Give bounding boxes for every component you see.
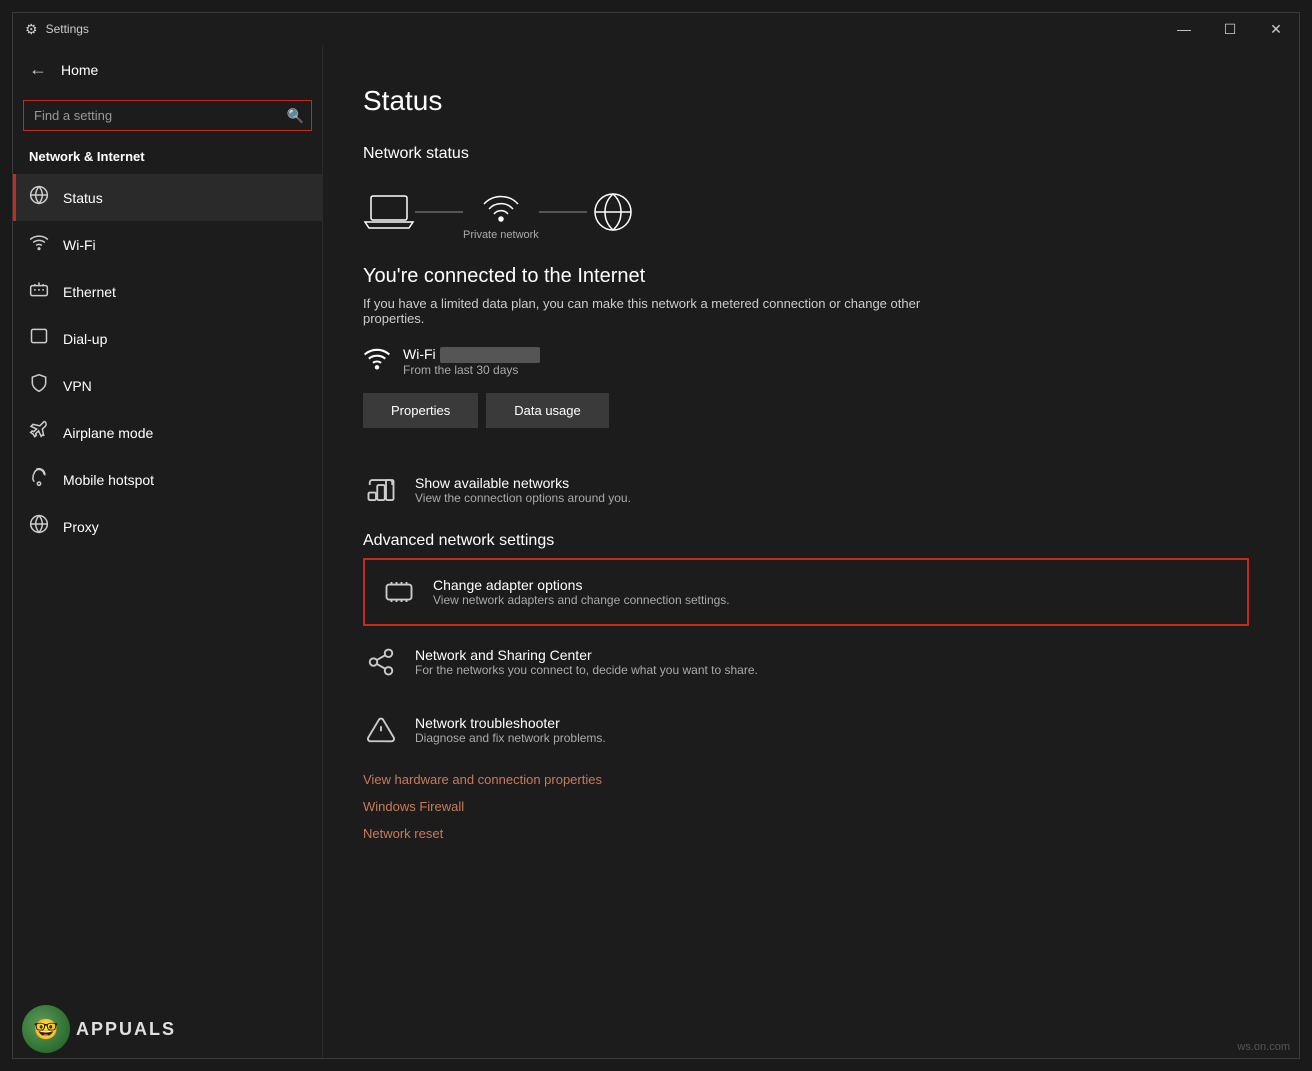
status-icon xyxy=(29,185,49,210)
sidebar-item-vpn-label: VPN xyxy=(63,378,92,394)
show-networks-option[interactable]: Show available networks View the connect… xyxy=(363,458,1249,522)
content-area: Status Network status xyxy=(323,45,1299,1058)
titlebar-left: ⚙ Settings xyxy=(25,21,89,38)
adapter-title: Change adapter options xyxy=(433,577,730,593)
sidebar-item-proxy[interactable]: Proxy xyxy=(13,503,322,550)
sidebar-section-label: Network & Internet xyxy=(13,145,322,174)
proxy-icon xyxy=(29,514,49,539)
sidebar-item-ethernet-label: Ethernet xyxy=(63,284,116,300)
troubleshooter-text: Network troubleshooter Diagnose and fix … xyxy=(415,715,606,745)
show-networks-desc: View the connection options around you. xyxy=(415,491,631,505)
adapter-desc: View network adapters and change connect… xyxy=(433,593,730,607)
wifi-name: Wi-Fi xyxy=(403,346,540,363)
show-networks-text: Show available networks View the connect… xyxy=(415,475,631,505)
airplane-icon xyxy=(29,420,49,445)
line1 xyxy=(415,211,463,213)
sidebar-item-wifi-label: Wi-Fi xyxy=(63,237,96,253)
sidebar-item-dialup[interactable]: Dial-up xyxy=(13,315,322,362)
hotspot-icon xyxy=(29,467,49,492)
sidebar-item-vpn[interactable]: VPN xyxy=(13,362,322,409)
sharing-title: Network and Sharing Center xyxy=(415,647,758,663)
network-diagram: Private network xyxy=(363,183,1249,241)
sidebar-item-proxy-label: Proxy xyxy=(63,519,99,535)
action-buttons: Properties Data usage xyxy=(363,393,1249,428)
brand-icon: 🤓 xyxy=(22,1005,70,1053)
minimize-button[interactable]: — xyxy=(1161,13,1207,45)
hardware-properties-link[interactable]: View hardware and connection properties xyxy=(363,766,1249,793)
main-area: ← Home 🔍 Network & Internet S xyxy=(13,45,1299,1058)
branding: 🤓 APPUALS xyxy=(22,1005,176,1053)
globe-icon-container xyxy=(587,190,639,234)
wifi-icon xyxy=(29,232,49,257)
change-adapter-option[interactable]: Change adapter options View network adap… xyxy=(363,558,1249,626)
wifi-bars-icon xyxy=(363,344,391,372)
troubleshooter-title: Network troubleshooter xyxy=(415,715,606,731)
connection-desc: If you have a limited data plan, you can… xyxy=(363,296,963,326)
titlebar: ⚙ Settings — ☐ ✕ xyxy=(13,13,1299,45)
sidebar-item-wifi[interactable]: Wi-Fi xyxy=(13,221,322,268)
sidebar-item-dialup-label: Dial-up xyxy=(63,331,107,347)
sidebar-item-hotspot-label: Mobile hotspot xyxy=(63,472,154,488)
adapter-icon xyxy=(381,574,417,610)
sidebar-item-status[interactable]: Status xyxy=(13,174,322,221)
laptop-icon xyxy=(363,190,415,234)
sidebar-item-airplane[interactable]: Airplane mode xyxy=(13,409,322,456)
sharing-svg xyxy=(366,647,396,677)
home-button[interactable]: ← Home xyxy=(13,45,322,94)
troubleshooter-desc: Diagnose and fix network problems. xyxy=(415,731,606,745)
windows-firewall-link[interactable]: Windows Firewall xyxy=(363,793,1249,820)
close-button[interactable]: ✕ xyxy=(1253,13,1299,45)
sidebar-item-status-label: Status xyxy=(63,190,103,206)
network-status-label: Network status xyxy=(363,145,1249,163)
wifi-days: From the last 30 days xyxy=(403,363,540,377)
show-networks-title: Show available networks xyxy=(415,475,631,491)
wifi-icon-container: Private network xyxy=(463,183,539,241)
sidebar-item-airplane-label: Airplane mode xyxy=(63,425,153,441)
properties-button[interactable]: Properties xyxy=(363,393,478,428)
laptop-icon-container xyxy=(363,190,415,234)
globe-icon xyxy=(587,190,639,234)
search-icon: 🔍 xyxy=(287,107,304,124)
wifi-signal-icon xyxy=(363,344,391,379)
wifi-info-row: Wi-Fi From the last 30 days xyxy=(363,344,1249,379)
titlebar-controls: — ☐ ✕ xyxy=(1161,13,1299,45)
sharing-text: Network and Sharing Center For the netwo… xyxy=(415,647,758,677)
search-box: 🔍 xyxy=(23,100,312,131)
wifi-ssid-blur xyxy=(440,347,540,363)
search-input[interactable] xyxy=(23,100,312,131)
wifi-info-text: Wi-Fi From the last 30 days xyxy=(403,346,540,377)
brand-text: APPUALS xyxy=(76,1019,176,1040)
titlebar-title: Settings xyxy=(46,22,89,36)
vpn-icon xyxy=(29,373,49,398)
connection-title: You're connected to the Internet xyxy=(363,265,1249,288)
page-title: Status xyxy=(363,85,1249,117)
ethernet-icon xyxy=(29,279,49,304)
troubleshooter-icon xyxy=(363,712,399,748)
sharing-icon xyxy=(363,644,399,680)
network-visual-container: Private network xyxy=(363,183,1249,241)
show-networks-svg xyxy=(366,475,396,505)
settings-icon: ⚙ xyxy=(25,21,38,38)
troubleshooter-svg xyxy=(366,715,396,745)
advanced-title: Advanced network settings xyxy=(363,532,1249,550)
private-network-label: Private network xyxy=(463,229,539,241)
line2 xyxy=(539,211,587,213)
data-usage-button[interactable]: Data usage xyxy=(486,393,609,428)
sidebar-item-hotspot[interactable]: Mobile hotspot xyxy=(13,456,322,503)
sharing-center-option[interactable]: Network and Sharing Center For the netwo… xyxy=(363,630,1249,694)
sidebar-item-ethernet[interactable]: Ethernet xyxy=(13,268,322,315)
wifi-diagram-icon xyxy=(475,183,527,227)
show-networks-icon xyxy=(363,472,399,508)
troubleshooter-option[interactable]: Network troubleshooter Diagnose and fix … xyxy=(363,698,1249,762)
adapter-text: Change adapter options View network adap… xyxy=(433,577,730,607)
maximize-button[interactable]: ☐ xyxy=(1207,13,1253,45)
sidebar: ← Home 🔍 Network & Internet S xyxy=(13,45,323,1058)
watermark: ws.on.com xyxy=(1237,1041,1290,1053)
dialup-icon xyxy=(29,326,49,351)
adapter-svg xyxy=(384,577,414,607)
network-reset-link[interactable]: Network reset xyxy=(363,820,1249,847)
back-icon: ← xyxy=(29,59,47,80)
sharing-desc: For the networks you connect to, decide … xyxy=(415,663,758,677)
home-label: Home xyxy=(61,62,98,78)
